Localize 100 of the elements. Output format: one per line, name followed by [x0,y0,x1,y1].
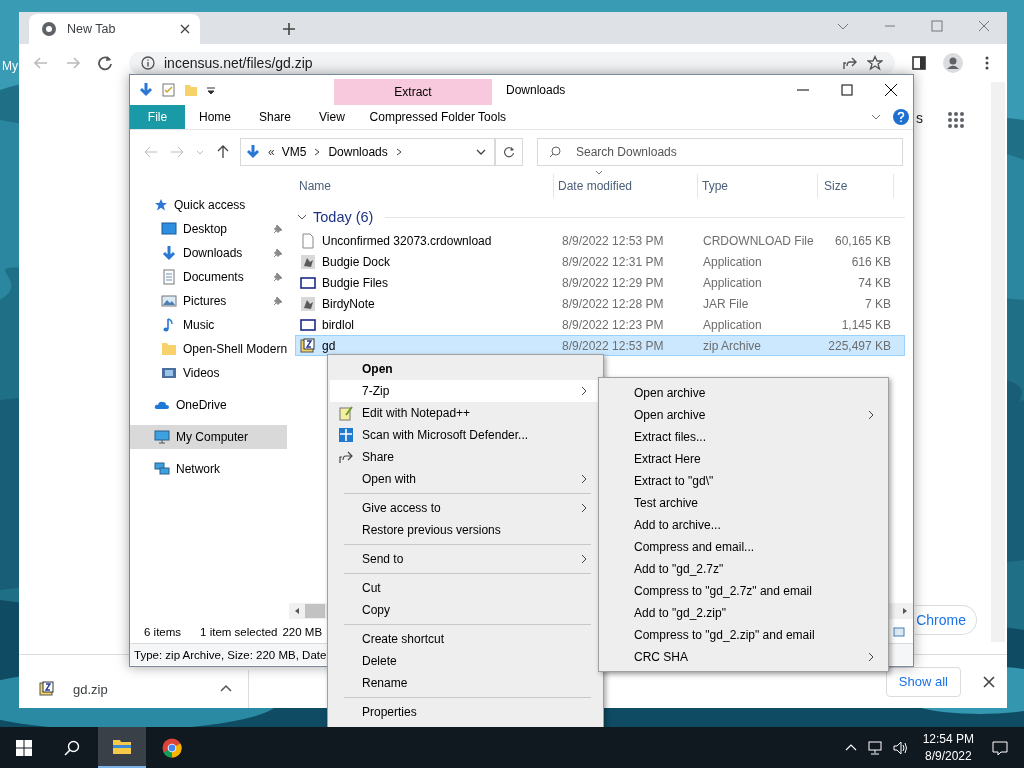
sort-caret-icon [595,170,603,175]
new-tab-icon[interactable] [282,22,296,36]
column-header[interactable]: Date modified [554,174,698,198]
large-icons-view-icon[interactable] [893,626,905,638]
navigation-item[interactable]: Downloads [130,241,287,265]
file-name: birdlol [322,317,354,332]
menu-item[interactable]: Compress and email... [601,536,886,558]
apps-grid-icon[interactable] [947,111,965,129]
close-icon[interactable] [885,84,897,96]
menu-item[interactable]: Copy [330,599,601,621]
menu-item[interactable]: 7-Zip [330,380,601,402]
navigation-item[interactable]: Music [130,313,287,337]
date-cell-text: 8/9/2022 12:53 PM [561,337,665,355]
side-panel-icon[interactable] [911,55,927,71]
date-cell-text: 8/9/2022 12:53 PM [561,232,665,250]
download-arrow-icon[interactable] [138,82,154,98]
size-cell-text: 7 KB [864,295,892,313]
navigation-item[interactable]: Pictures [130,289,287,313]
file-name: Unconfirmed 32073.crdownload [322,233,492,248]
download-arrow-icon [245,144,261,160]
menu-item[interactable]: Open with [330,468,601,490]
zip-file-icon [300,337,316,354]
menu-item[interactable]: Add to "gd_2.zip" [601,602,886,624]
column-header[interactable]: Type [698,174,818,198]
menu-item[interactable]: Share [330,446,601,468]
notification-icon[interactable] [992,739,1008,756]
menu-item[interactable]: Scan with Microsoft Defender... [330,424,601,446]
chrome-button[interactable]: Chrome [915,605,977,635]
menu-item[interactable]: Add to "gd_2.7z" [601,558,886,580]
menu-item[interactable]: Rename [330,672,601,694]
taskbar-app-button[interactable] [98,727,146,768]
search-field[interactable]: Search Downloads [537,138,903,166]
menu-item[interactable]: Open archive [601,382,886,404]
show-all-button[interactable]: Show all [885,666,961,697]
dropdown-caret-icon[interactable] [476,147,486,157]
profile-icon[interactable] [943,53,963,73]
address-field[interactable]: « VM5 Downloads [240,138,495,166]
navigation-item[interactable]: OneDrive [130,393,287,417]
network-icon[interactable] [866,739,883,756]
refresh-icon [503,146,515,158]
computer-icon [154,429,170,445]
menu-item[interactable]: Open [330,358,601,380]
volume-icon[interactable] [892,739,909,756]
type-cell-text: CRDOWNLOAD File [702,232,815,250]
refresh-button[interactable] [495,138,523,166]
navigation-item[interactable]: Open-Shell Modern [130,337,287,361]
navigation-item[interactable]: Documents [130,265,287,289]
navigation-item[interactable]: Quick access [130,193,287,217]
file-name: BirdyNote [322,296,375,311]
chevron-right-icon[interactable] [394,148,403,156]
column-header[interactable]: Size [818,174,894,198]
chevron-right-icon[interactable] [313,148,322,156]
menu-item[interactable]: Extract to "gd\" [601,470,886,492]
scroll-left-icon[interactable] [293,607,301,615]
chevron-down-icon[interactable] [297,212,307,222]
column-header[interactable]: Name [295,174,554,198]
menu-item[interactable]: Add to archive... [601,514,886,536]
type-cell-text: Application [702,253,763,271]
browser-tab[interactable]: New Tab [29,14,200,44]
file-row[interactable]: Unconfirmed 32073.crdownload 8/9/2022 12:53 PM CRDOWNLOAD File 60,165 KB [295,230,905,251]
scroll-right-icon[interactable] [901,607,909,615]
close-icon[interactable] [180,24,190,34]
application-window-icon [300,316,316,333]
chevron-down-icon[interactable] [871,112,881,122]
chevron-right-icon [579,474,589,484]
help-icon[interactable] [893,109,909,125]
date-cell-text: 8/9/2022 12:31 PM [561,253,665,271]
navigation-item[interactable]: Videos [130,361,287,385]
maximize-icon[interactable] [841,84,853,96]
pictures-icon [161,293,177,309]
menu-item[interactable]: Compress to "gd_2.7z" and email [601,580,886,602]
reload-icon[interactable] [97,55,113,71]
navigation-item[interactable]: Desktop [130,217,287,241]
menu-item[interactable]: Test archive [601,492,886,514]
dropdown-caret-icon[interactable] [206,85,216,95]
search-icon [64,739,80,756]
menu-item[interactable]: Open archive [601,404,886,426]
address-bar[interactable]: incensus.net/files/gd.zip [129,52,895,74]
menu-item[interactable]: Extract Here [601,448,886,470]
checklist-icon[interactable] [162,83,176,97]
group-header[interactable]: Today (6) [313,209,374,225]
navigation-item[interactable]: Network [130,457,287,481]
type-cell-text: zip Archive [702,337,763,355]
scroll-thumb[interactable] [305,604,325,618]
navigation-item[interactable]: My Computer [130,425,287,449]
menu-item[interactable]: Restore previous versions [330,519,601,541]
star-icon[interactable] [867,55,883,71]
menu-item[interactable]: Edit with Notepad++ [330,402,601,424]
file-row[interactable]: Budgie Dock 8/9/2022 12:31 PM Application 616 KB [295,251,905,272]
share-icon[interactable] [842,55,858,71]
up-arrow-icon[interactable] [216,145,230,159]
file-row[interactable]: gd 8/9/2022 12:53 PM zip Archive 225,497 KB [295,335,905,356]
clock[interactable]: 12:54 PM 8/9/2022 [922,730,974,765]
close-icon[interactable] [983,675,995,688]
file-row[interactable]: birdlol 8/9/2022 12:23 PM Application 1,145 KB [295,314,905,335]
menu-item[interactable]: CRC SHA [601,646,886,668]
file-row[interactable]: BirdyNote 8/9/2022 12:28 PM JAR File 7 KB [295,293,905,314]
menu-item[interactable]: Compress to "gd_2.zip" and email [601,624,886,646]
menu-item[interactable]: Extract files... [601,426,886,448]
file-row[interactable]: Budgie Files 8/9/2022 12:29 PM Application 74 KB [295,272,905,293]
